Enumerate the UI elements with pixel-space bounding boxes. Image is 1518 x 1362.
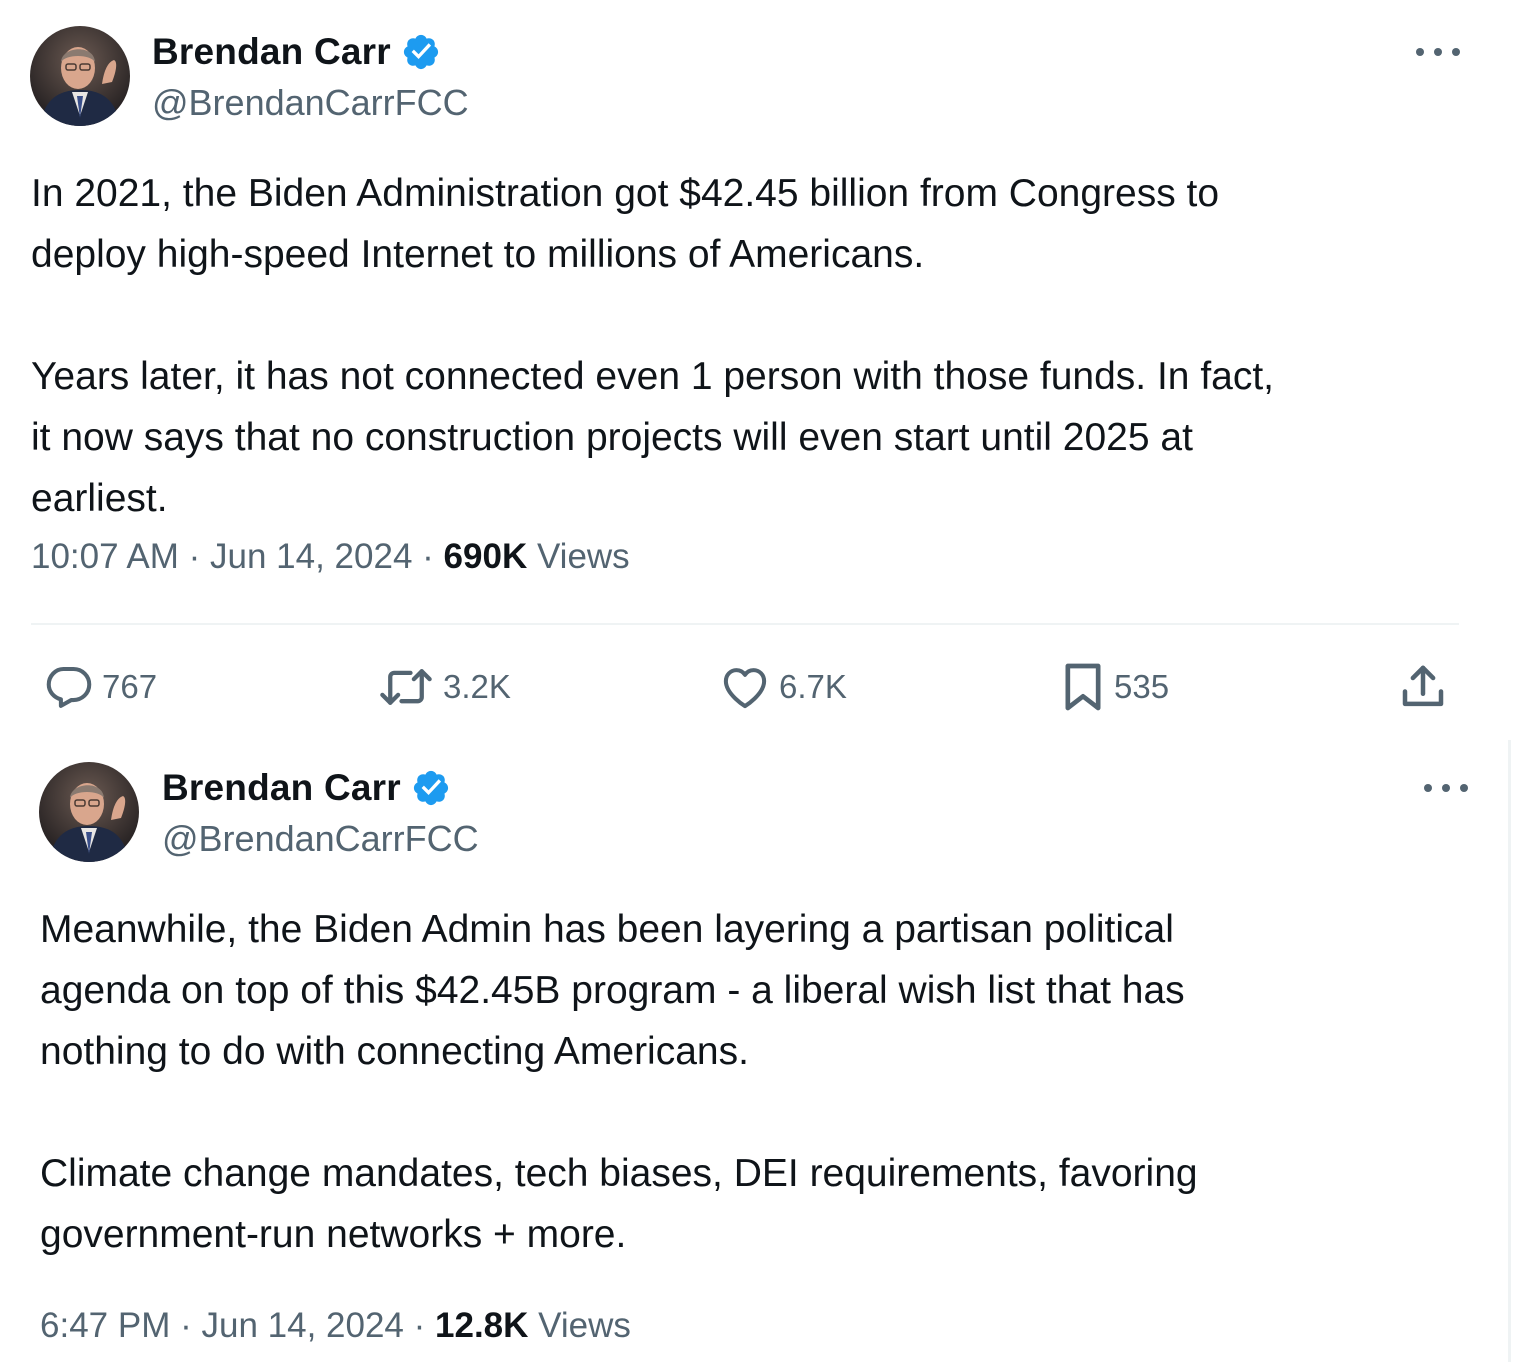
verified-badge-icon[interactable] [411,768,451,808]
views-count[interactable]: 12.8K [435,1306,528,1345]
views-count[interactable]: 690K [444,537,528,576]
tweet-time[interactable]: 10:07 AM [31,537,179,576]
verified-badge-icon[interactable] [401,32,441,72]
author-avatar[interactable] [39,762,139,862]
bookmark-count: 535 [1114,668,1170,705]
reply-bubble-icon [46,666,92,708]
timeline-border [1508,740,1511,1362]
tweet-meta: 6:47 PM · Jun 14, 2024 · 12.8K Views [40,1306,631,1346]
repost-arrows-icon [380,669,432,705]
tweet-date[interactable]: Jun 14, 2024 [210,537,412,576]
author-name-row: Brendan Carr [152,30,441,74]
meta-separator: · [188,537,201,576]
reply-count: 767 [102,668,158,705]
author-display-name[interactable]: Brendan Carr [152,31,391,73]
bookmark-button[interactable]: 535 [1058,657,1169,717]
repost-count: 3.2K [443,668,511,705]
repost-button[interactable]: 3.2K [375,657,511,717]
tweet-meta: 10:07 AM · Jun 14, 2024 · 690K Views [31,537,630,577]
more-dots-icon[interactable] [1424,778,1468,798]
views-label: Views [536,537,630,576]
bookmark-icon [1065,663,1101,711]
meta-separator: · [180,1306,192,1345]
divider [31,623,1459,625]
tweet-2[interactable]: Brendan Carr @BrendanCarrFCC Meanwhile, … [0,740,1518,1362]
heart-icon [723,668,767,709]
tweet-date[interactable]: Jun 14, 2024 [201,1306,403,1345]
author-handle[interactable]: @BrendanCarrFCC [152,82,469,124]
author-name-row: Brendan Carr [162,766,451,810]
like-count: 6.7K [779,668,847,705]
meta-separator: · [413,1306,426,1345]
reply-button[interactable]: 767 [42,657,157,717]
views-label: Views [538,1306,631,1345]
tweet-text: Meanwhile, the Biden Admin has been laye… [40,908,1198,1256]
tweet-time[interactable]: 6:47 PM [40,1306,170,1345]
meta-separator: · [422,537,434,576]
author-avatar[interactable] [30,26,130,126]
share-upload-icon [1402,665,1444,707]
author-display-name[interactable]: Brendan Carr [162,767,401,809]
tweet-text: In 2021, the Biden Administration got $4… [31,172,1275,520]
tweet-1[interactable]: Brendan Carr @BrendanCarrFCC In 2021, th… [0,0,1518,740]
avatar-photo [39,762,139,862]
share-button[interactable] [1396,657,1450,717]
like-button[interactable]: 6.7K [717,657,847,717]
avatar-photo [30,26,130,126]
more-dots-icon[interactable] [1416,42,1460,62]
author-handle[interactable]: @BrendanCarrFCC [162,818,479,860]
